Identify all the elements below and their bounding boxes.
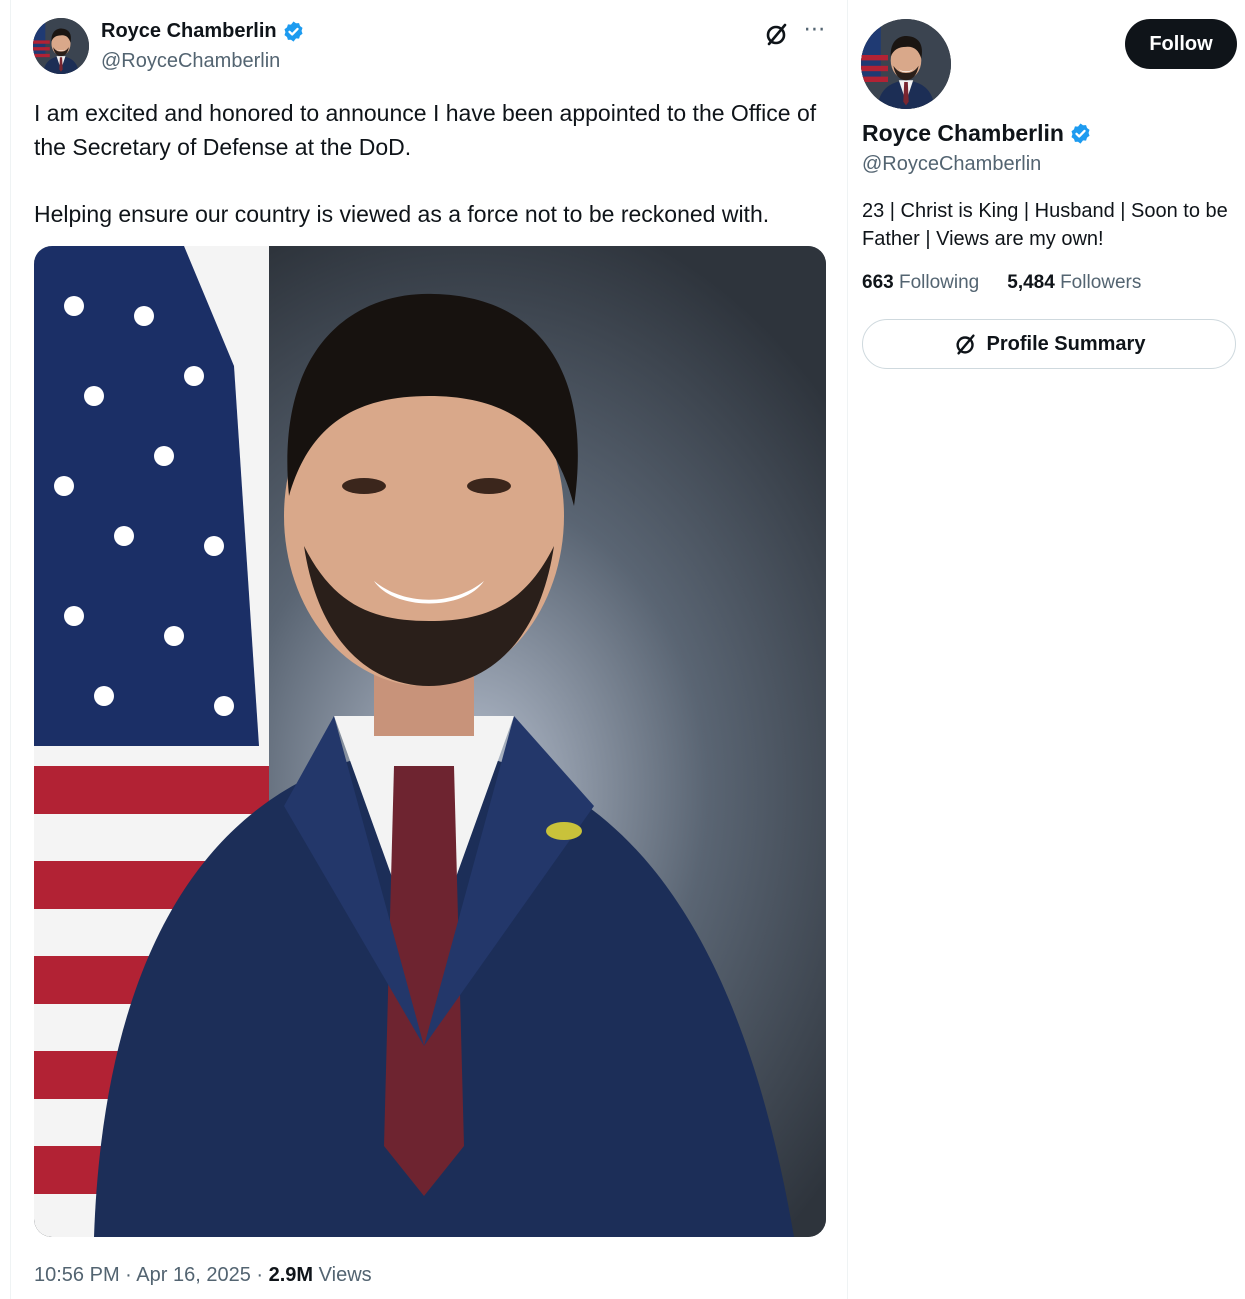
grok-icon (955, 334, 975, 355)
follow-button[interactable]: Follow (1125, 19, 1237, 69)
post-photo[interactable] (34, 246, 826, 1237)
profile-summary-button[interactable]: Profile Summary (862, 319, 1236, 369)
post-text-paragraph: Helping ensure our country is viewed as … (34, 201, 770, 227)
portrait-photo (34, 246, 826, 1237)
followers-stat[interactable]: 5,484 Followers (1007, 272, 1141, 294)
separator: · (256, 1264, 264, 1286)
post-time[interactable]: 10:56 PM (34, 1264, 120, 1286)
profile-handle[interactable]: @RoyceChamberlin (862, 153, 1041, 176)
separator: · (125, 1264, 132, 1286)
post-date[interactable]: Apr 16, 2025 (136, 1264, 251, 1286)
views-count: 2.9M (268, 1264, 314, 1286)
author-avatar[interactable] (33, 18, 89, 74)
followers-count: 5,484 (1007, 272, 1055, 293)
post-meta: 10:56 PM · Apr 16, 2025 · 2.9M Views (34, 1264, 372, 1287)
following-count: 663 (862, 272, 894, 293)
post-text-paragraph: I am excited and honored to announce I h… (34, 100, 817, 160)
author-name-text[interactable]: Royce Chamberlin (101, 20, 277, 43)
post: Royce Chamberlin @RoyceChamberlin ⋯ I am… (10, 0, 848, 1299)
following-stat[interactable]: 663 Following (862, 272, 979, 294)
profile-bio: 23 | Christ is King | Husband | Soon to … (862, 200, 1228, 250)
followers-label: Followers (1060, 272, 1142, 293)
profile-summary-label: Profile Summary (986, 332, 1146, 355)
following-label: Following (898, 272, 980, 293)
post-text: I am excited and honored to announce I h… (34, 96, 834, 231)
author-handle[interactable]: @RoyceChamberlin (101, 50, 280, 73)
more-icon[interactable]: ⋯ (801, 18, 829, 46)
views-label: Views (318, 1264, 372, 1286)
profile-name[interactable]: Royce Chamberlin (862, 120, 1092, 147)
verified-badge-icon (284, 21, 303, 42)
profile-name-text[interactable]: Royce Chamberlin (862, 120, 1064, 147)
profile-stats: 663 Following 5,484 Followers (862, 272, 1141, 294)
author-name[interactable]: Royce Chamberlin (101, 20, 305, 43)
verified-badge-icon (1071, 123, 1090, 144)
grok-icon[interactable] (763, 20, 791, 48)
profile-avatar[interactable] (861, 19, 951, 109)
